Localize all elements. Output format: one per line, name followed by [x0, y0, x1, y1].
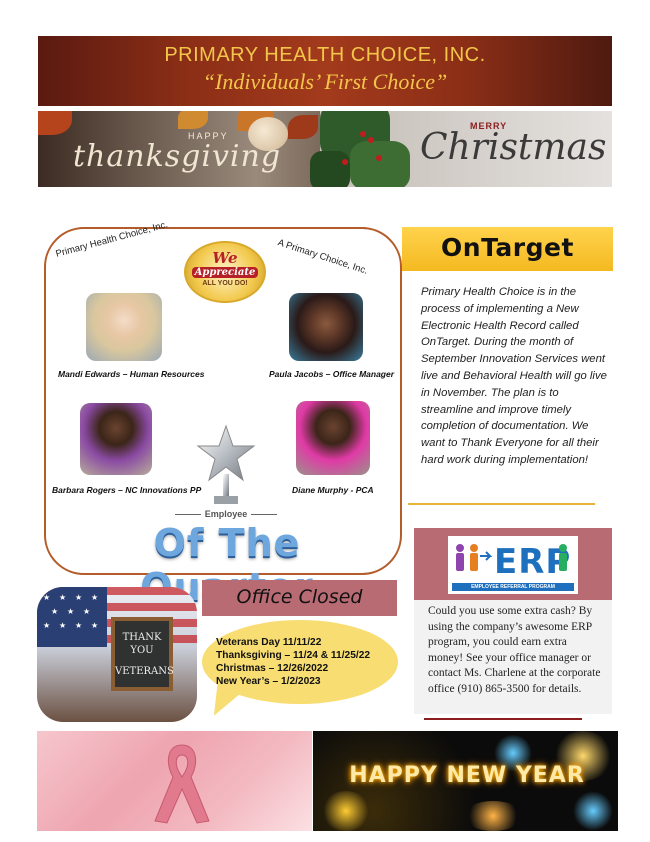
employee-caption: Barbara Rogers – NC Innovations PP [52, 485, 202, 495]
header-banner: PRIMARY HEALTH CHOICE, INC. “Individuals… [38, 36, 612, 106]
ontarget-title: OnTarget [441, 233, 574, 262]
closed-date-item: Thanksgiving – 11/24 & 11/25/22 [216, 650, 371, 661]
closed-date-item: Veterans Day 11/11/22 [216, 637, 322, 648]
employee-caption: Diane Murphy - PCA [292, 485, 374, 495]
happy-new-year-text: HAPPY NEW YEAR [349, 763, 585, 788]
erp-article: Could you use some extra cash? By using … [414, 600, 612, 714]
star-trophy-icon [196, 424, 256, 504]
people-icon [456, 544, 492, 571]
thanksgiving-image: HAPPY thanksgiving [38, 111, 320, 187]
company-name: PRIMARY HEALTH CHOICE, INC. [164, 44, 486, 66]
employee-label: Employee [166, 509, 286, 519]
badge-appreciate: Appreciate [192, 267, 258, 278]
employee-caption: Mandi Edwards – Human Resources [58, 369, 205, 379]
we-appreciate-badge: We Appreciate ALL YOU DO! [184, 241, 266, 303]
badge-all-you-do: ALL YOU DO! [202, 280, 248, 287]
closed-date-item: Christmas – 12/26/2022 [216, 663, 329, 674]
arc-text-left: Primary Health Choice, Inc. [54, 219, 170, 260]
pink-ribbon-image [37, 731, 312, 831]
office-closed-header: Office Closed [202, 580, 397, 616]
employee-photo [296, 401, 370, 475]
office-closed-title: Office Closed [236, 586, 363, 608]
awareness-ribbon-icon [154, 744, 210, 824]
sign-line-2: VETERANS [115, 666, 174, 677]
employee-photo [289, 293, 363, 361]
erp-logo-subtitle: EMPLOYEE REFERRAL PROGRAM [452, 583, 574, 591]
holiday-banner-image: HAPPY thanksgiving MERRY Christmas [38, 111, 612, 187]
divider [424, 718, 582, 720]
happy-new-year-image: HAPPY NEW YEAR [313, 731, 618, 831]
person-icon [559, 544, 567, 571]
chalkboard-sign: THANK YOU VETERANS [111, 617, 174, 691]
erp-logo: ERP EMPLOYEE REFERRAL PROGRAM [448, 536, 578, 594]
arc-text-right: A Primary Choice, Inc. [276, 237, 370, 277]
employee-of-quarter-card: Primary Health Choice, Inc. A Primary Ch… [44, 219, 402, 609]
thanksgiving-script: thanksgiving [73, 139, 282, 174]
closed-date-item: New Year’s – 1/2/2023 [216, 676, 321, 687]
employee-caption: Paula Jacobs – Office Manager [269, 369, 395, 379]
employee-photo [80, 403, 152, 475]
sign-line-1: THANK YOU [122, 632, 162, 656]
ontarget-header: OnTarget [402, 227, 613, 271]
office-closed-list: Veterans Day 11/11/22 Thanksgiving – 11/… [216, 636, 396, 688]
flag-canton: ★ ★ ★ ★ ★ ★ ★ ★ ★ ★ ★ [37, 587, 107, 647]
christmas-script: Christmas [420, 127, 607, 168]
company-tagline: “Individuals’ First Choice” [202, 69, 448, 94]
badge-we: We [212, 249, 238, 267]
christmas-image: MERRY Christmas [310, 111, 612, 187]
employee-photo [86, 293, 162, 361]
ontarget-article: Primary Health Choice is in the process … [421, 286, 607, 466]
thank-you-veterans-image: ★ ★ ★ ★ ★ ★ ★ ★ ★ ★ ★ THANK YOU VETERANS [37, 587, 197, 722]
erp-header: ERP EMPLOYEE REFERRAL PROGRAM [414, 528, 612, 600]
divider [408, 503, 595, 505]
